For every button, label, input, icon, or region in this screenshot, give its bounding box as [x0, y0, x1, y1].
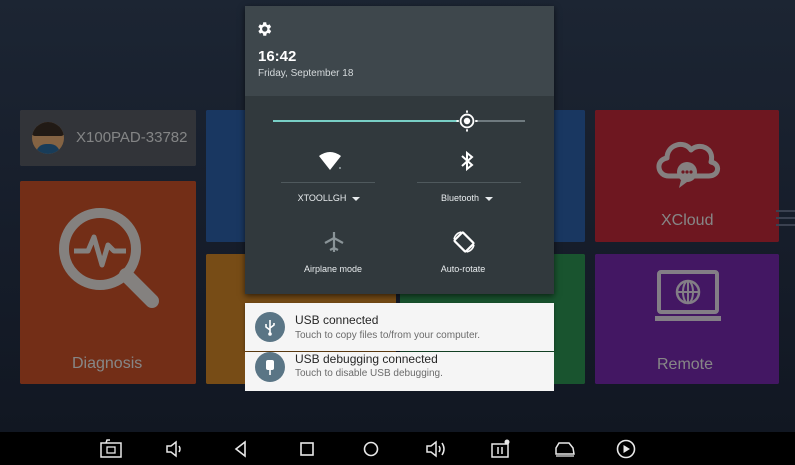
- app-tile[interactable]: [553, 254, 585, 384]
- diagnosis-icon: [59, 208, 159, 308]
- notification-usb[interactable]: USB connected Touch to copy files to/fro…: [245, 303, 554, 351]
- navigation-bar: [0, 432, 795, 465]
- bluetooth-icon[interactable]: [454, 148, 480, 174]
- wifi-label[interactable]: XTOOLLGH: [269, 193, 389, 203]
- brightness-icon[interactable]: [456, 110, 478, 132]
- back-icon[interactable]: [230, 439, 252, 459]
- quick-settings-panel: 16:42 Friday, September 18 XTOOLLGH Blue…: [245, 6, 554, 294]
- remote-label: Remote: [657, 356, 714, 373]
- clock-time: 16:42: [258, 48, 297, 65]
- app-tile[interactable]: [206, 254, 246, 384]
- remote-monitor-icon: [655, 270, 721, 321]
- notification-text: Touch to copy files to/from your compute…: [295, 330, 481, 341]
- xcloud-tile[interactable]: XCloud: [595, 110, 779, 242]
- notification-title: USB debugging connected: [295, 352, 438, 366]
- clock-date: Friday, September 18: [258, 68, 354, 79]
- device-info-bar[interactable]: X100PAD-33782: [20, 110, 196, 166]
- vci-icon[interactable]: [489, 439, 511, 459]
- airplane-mode-label[interactable]: Airplane mode: [273, 264, 393, 274]
- volume-up-icon[interactable]: [425, 439, 447, 459]
- brightness-slider[interactable]: [273, 120, 525, 122]
- shade-header: 16:42 Friday, September 18: [245, 6, 554, 96]
- brightness-level: [273, 120, 468, 122]
- notification-title: USB connected: [295, 313, 379, 327]
- auto-rotate-label[interactable]: Auto-rotate: [403, 264, 523, 274]
- airplane-icon[interactable]: [321, 229, 347, 255]
- app-tile[interactable]: [206, 110, 246, 242]
- gear-icon[interactable]: [255, 20, 273, 38]
- diagnosis-tile[interactable]: Diagnosis: [20, 181, 196, 384]
- side-menu-handle[interactable]: [776, 210, 795, 231]
- bug-icon: [255, 352, 285, 382]
- bluetooth-label[interactable]: Bluetooth: [407, 193, 527, 203]
- auto-rotate-icon[interactable]: [451, 229, 477, 255]
- chevron-down-icon: [485, 196, 494, 201]
- chevron-down-icon: [352, 196, 361, 201]
- volume-down-icon[interactable]: [164, 439, 186, 459]
- home-icon[interactable]: [296, 439, 318, 459]
- app-tile[interactable]: [553, 110, 585, 242]
- divider: [281, 182, 375, 183]
- xcloud-label: XCloud: [661, 212, 714, 229]
- wifi-icon[interactable]: [317, 148, 343, 174]
- device-name: X100PAD-33782: [76, 129, 188, 146]
- play-icon[interactable]: [615, 439, 637, 459]
- usb-icon: [255, 312, 285, 342]
- diagnosis-label: Diagnosis: [72, 355, 143, 372]
- divider: [417, 182, 521, 183]
- remote-tile[interactable]: Remote: [595, 254, 779, 384]
- screenshot-icon[interactable]: [100, 439, 122, 459]
- circle-home-icon[interactable]: [360, 439, 382, 459]
- car-icon[interactable]: [554, 439, 576, 459]
- cloud-chat-icon: [656, 141, 720, 188]
- notification-usb-debugging[interactable]: USB debugging connected Touch to disable…: [245, 352, 554, 391]
- avatar: [32, 122, 64, 154]
- notification-text: Touch to disable USB debugging.: [295, 368, 443, 379]
